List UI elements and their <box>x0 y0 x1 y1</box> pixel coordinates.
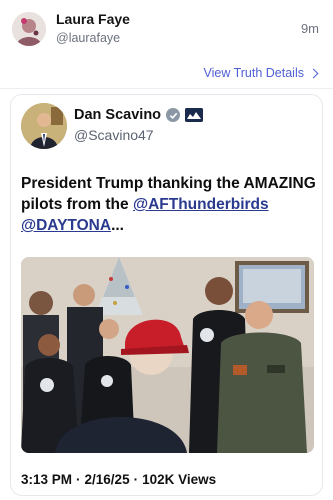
mention-afthunderbirds[interactable]: @AFThunderbirds <box>133 196 269 213</box>
quoted-author-name-row[interactable]: Dan Scavino <box>74 107 204 123</box>
quoted-post-text: President Trump thanking the AMAZING pil… <box>21 173 317 236</box>
mention-daytona[interactable]: @DAYTONA <box>21 217 111 234</box>
meta-separator-2: · <box>133 472 139 487</box>
meta-separator-1: · <box>76 472 81 487</box>
divider <box>0 88 333 89</box>
view-details-label: View Truth Details <box>203 66 304 80</box>
verified-badge-icon <box>166 108 181 122</box>
view-truth-details-link[interactable]: View Truth Details <box>203 66 319 80</box>
post-header: Laura Faye @laurafaye 9m <box>0 0 333 60</box>
author-handle[interactable]: @laurafaye <box>56 31 120 45</box>
quoted-author-avatar[interactable] <box>21 103 67 149</box>
flag-icon <box>185 108 204 122</box>
post-date: 2/16/25 <box>84 472 130 487</box>
post-photo[interactable] <box>21 257 314 453</box>
quoted-post-card[interactable]: Dan Scavino @Scavino47 President Trump t… <box>10 94 323 496</box>
chevron-right-icon <box>308 68 319 79</box>
post-time-stamp: 3:13 PM <box>21 472 73 487</box>
quoted-author-handle[interactable]: @Scavino47 <box>74 127 154 143</box>
author-name[interactable]: Laura Faye <box>56 11 130 27</box>
post-time: 9m <box>300 21 319 36</box>
quoted-author-name: Dan Scavino <box>74 107 162 123</box>
text-ellipsis: ... <box>111 217 124 234</box>
author-avatar[interactable] <box>12 12 46 46</box>
post-views: 102K Views <box>142 472 217 487</box>
post-meta: 3:13 PM · 2/16/25 · 102K Views <box>21 472 216 487</box>
